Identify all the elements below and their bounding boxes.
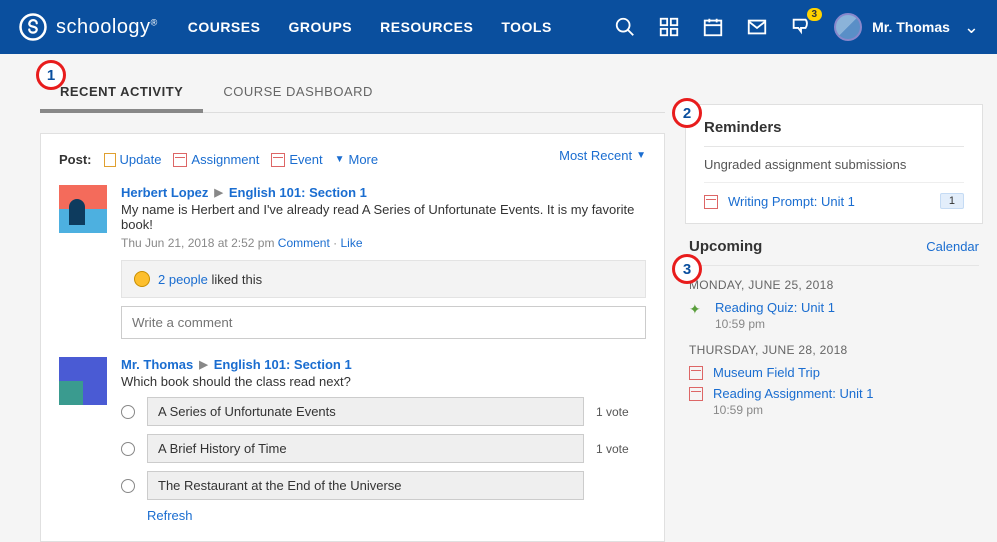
- post-body: My name is Herbert and I've already read…: [121, 202, 646, 232]
- post-meta: Thu Jun 21, 2018 at 2:52 pm Comment · Li…: [121, 236, 646, 250]
- author-link[interactable]: Herbert Lopez: [121, 185, 208, 200]
- reminders-title: Reminders: [704, 119, 964, 147]
- triangle-down-icon: ▼: [335, 154, 345, 165]
- arrow-right-icon: ▶: [214, 186, 222, 199]
- radio-icon[interactable]: [121, 479, 135, 493]
- nav-courses[interactable]: COURSES: [188, 19, 261, 35]
- post-more[interactable]: ▼More: [335, 152, 379, 167]
- like-link[interactable]: Like: [340, 236, 362, 250]
- user-menu[interactable]: Mr. Thomas ⌄: [834, 13, 979, 41]
- post-bar: Post: Update Assignment Event ▼More Most…: [59, 152, 646, 167]
- reminder-link[interactable]: Writing Prompt: Unit 1: [728, 194, 930, 209]
- feed-item: Herbert Lopez ▶ English 101: Section 1 M…: [59, 185, 646, 339]
- poll-text: A Brief History of Time: [147, 434, 584, 463]
- radio-icon[interactable]: [121, 405, 135, 419]
- liked-suffix: liked this: [208, 272, 262, 287]
- timestamp: Thu Jun 21, 2018 at 2:52 pm: [121, 236, 274, 250]
- upcoming-item[interactable]: ✦ Reading Quiz: Unit 1 10:59 pm: [689, 300, 979, 331]
- assignment-icon: [173, 153, 187, 167]
- feed-item: Mr. Thomas ▶ English 101: Section 1 Whic…: [59, 357, 646, 523]
- post-update[interactable]: Update: [104, 152, 162, 167]
- brand-text: schoology®: [56, 16, 158, 39]
- bell-icon[interactable]: 3: [790, 16, 812, 38]
- upcoming-item[interactable]: Reading Assignment: Unit 1 10:59 pm: [689, 386, 979, 417]
- upcoming-title: Upcoming: [689, 238, 762, 255]
- item-title[interactable]: Reading Assignment: Unit 1: [713, 386, 873, 401]
- nav-groups[interactable]: GROUPS: [288, 19, 352, 35]
- reminder-count: 1: [940, 193, 964, 209]
- reminders-panel: Reminders Ungraded assignment submission…: [685, 104, 983, 224]
- calendar-icon[interactable]: [702, 16, 724, 38]
- header-right: 3 Mr. Thomas ⌄: [614, 13, 979, 41]
- comment-input[interactable]: [121, 306, 646, 339]
- author-link[interactable]: Mr. Thomas: [121, 357, 193, 372]
- quiz-icon: ✦: [689, 301, 705, 317]
- mail-icon[interactable]: [746, 16, 768, 38]
- tab-course-dashboard[interactable]: COURSE DASHBOARD: [203, 74, 393, 112]
- avatar-icon: [834, 13, 862, 41]
- logo-icon: [18, 12, 48, 42]
- event-icon: [271, 153, 285, 167]
- date-header: THURSDAY, JUNE 28, 2018: [689, 343, 979, 357]
- vote-count: 1 vote: [596, 442, 646, 456]
- calendar-link[interactable]: Calendar: [926, 239, 979, 254]
- tabs: RECENT ACTIVITY COURSE DASHBOARD: [40, 74, 665, 113]
- poll-text: A Series of Unfortunate Events: [147, 397, 584, 426]
- post-assignment[interactable]: Assignment: [173, 152, 259, 167]
- feed-card: Post: Update Assignment Event ▼More Most…: [40, 133, 665, 542]
- tab-recent-activity[interactable]: RECENT ACTIVITY: [40, 74, 203, 113]
- post-event[interactable]: Event: [271, 152, 322, 167]
- apps-icon[interactable]: [658, 16, 680, 38]
- poll-option[interactable]: A Brief History of Time 1 vote: [121, 434, 646, 463]
- poll: A Series of Unfortunate Events 1 vote A …: [121, 397, 646, 500]
- smile-icon: [134, 271, 150, 287]
- course-link[interactable]: English 101: Section 1: [229, 185, 367, 200]
- assignment-icon: [689, 387, 703, 401]
- username: Mr. Thomas: [872, 19, 950, 35]
- avatar[interactable]: [59, 357, 107, 405]
- comment-link[interactable]: Comment: [278, 236, 330, 250]
- main-nav: COURSES GROUPS RESOURCES TOOLS: [188, 19, 552, 35]
- arrow-right-icon: ▶: [199, 358, 207, 371]
- logo[interactable]: schoology®: [18, 12, 158, 42]
- course-link[interactable]: English 101: Section 1: [214, 357, 352, 372]
- poll-option[interactable]: The Restaurant at the End of the Univers…: [121, 471, 646, 500]
- item-time: 10:59 pm: [713, 403, 873, 417]
- nav-resources[interactable]: RESOURCES: [380, 19, 473, 35]
- item-time: 10:59 pm: [715, 317, 835, 331]
- triangle-down-icon: ▼: [636, 150, 646, 161]
- calendar-icon: [689, 366, 703, 380]
- post-body: Which book should the class read next?: [121, 374, 646, 389]
- post-label: Post:: [59, 152, 92, 167]
- poll-option[interactable]: A Series of Unfortunate Events 1 vote: [121, 397, 646, 426]
- upcoming-panel: Upcoming Calendar MONDAY, JUNE 25, 2018 …: [685, 238, 983, 417]
- chevron-down-icon: ⌄: [964, 17, 979, 38]
- likers-link[interactable]: 2 people: [158, 272, 208, 287]
- sort-dropdown[interactable]: Most Recent▼: [559, 148, 646, 163]
- search-icon[interactable]: [614, 16, 636, 38]
- assignment-icon: [704, 195, 718, 209]
- radio-icon[interactable]: [121, 442, 135, 456]
- edit-icon: [104, 153, 116, 167]
- date-header: MONDAY, JUNE 25, 2018: [689, 278, 979, 292]
- nav-tools[interactable]: TOOLS: [501, 19, 551, 35]
- notification-badge: 3: [807, 8, 823, 21]
- reminder-item[interactable]: Writing Prompt: Unit 1 1: [704, 193, 964, 209]
- item-title[interactable]: Museum Field Trip: [713, 365, 820, 380]
- main-header: schoology® COURSES GROUPS RESOURCES TOOL…: [0, 0, 997, 54]
- poll-text: The Restaurant at the End of the Univers…: [147, 471, 584, 500]
- item-title[interactable]: Reading Quiz: Unit 1: [715, 300, 835, 315]
- reminders-subtitle: Ungraded assignment submissions: [704, 157, 964, 183]
- refresh-link[interactable]: Refresh: [147, 508, 646, 523]
- vote-count: 1 vote: [596, 405, 646, 419]
- avatar[interactable]: [59, 185, 107, 233]
- likes-box: 2 people liked this: [121, 260, 646, 298]
- upcoming-item[interactable]: Museum Field Trip: [689, 365, 979, 380]
